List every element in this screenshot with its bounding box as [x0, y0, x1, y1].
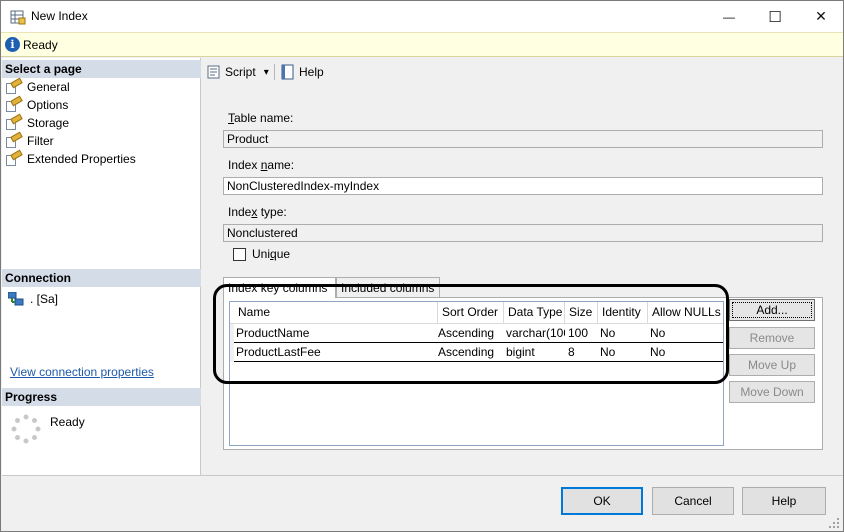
page-item-storage[interactable]: Storage: [6, 113, 70, 132]
page-icon: [6, 149, 23, 166]
tab-included-columns[interactable]: Included columns: [336, 277, 440, 297]
toolbar: Script ▾ Help: [202, 58, 843, 85]
page-icon: [6, 77, 23, 94]
cell-sort-order[interactable]: Ascending: [435, 343, 501, 362]
page-item-options[interactable]: Options: [6, 95, 69, 114]
move-up-button[interactable]: Move Up: [729, 354, 815, 376]
column-header-size[interactable]: Size: [565, 302, 598, 324]
unique-checkbox-row[interactable]: Unique: [233, 247, 290, 261]
page-item-label: Extended Properties: [27, 152, 136, 166]
page-item-label: Storage: [27, 116, 70, 130]
help-label: Help: [299, 65, 324, 79]
table-icon: [10, 10, 26, 25]
footer-separator: [2, 475, 843, 476]
add-button[interactable]: Add...: [729, 299, 815, 321]
progress-spinner-icon: [11, 414, 41, 444]
minimize-icon: —: [723, 9, 735, 24]
status-text: Ready: [23, 38, 58, 52]
page-icon: [6, 95, 23, 112]
script-label: Script: [225, 65, 256, 79]
column-header-identity[interactable]: Identity: [598, 302, 648, 324]
script-button[interactable]: Script ▾: [206, 62, 269, 82]
cell-identity[interactable]: No: [597, 324, 647, 343]
cell-data-type[interactable]: varchar(100): [503, 324, 565, 343]
table-name-label: Table name:: [228, 111, 294, 125]
index-name-field[interactable]: NonClusteredIndex-myIndex: [223, 177, 823, 195]
page-item-general[interactable]: General: [6, 77, 70, 96]
chevron-down-icon[interactable]: ▾: [264, 67, 269, 78]
cell-data-type[interactable]: bigint: [503, 343, 565, 362]
title-bar: New Index — ☐ ✕: [1, 1, 843, 32]
cell-name[interactable]: ProductLastFee: [233, 343, 438, 362]
remove-button[interactable]: Remove: [729, 327, 815, 349]
connection-header: Connection: [2, 269, 201, 287]
toolbar-separator: [274, 64, 275, 80]
cell-sort-order[interactable]: Ascending: [435, 324, 501, 343]
cell-size[interactable]: 8: [565, 343, 598, 362]
cell-allow-nulls[interactable]: No: [647, 324, 722, 343]
index-name-label: Index name:: [228, 158, 295, 172]
table-name-field: Product: [223, 130, 823, 148]
maximize-icon: ☐: [768, 8, 782, 26]
select-page-header: Select a page: [2, 60, 201, 78]
cell-size[interactable]: 100: [565, 324, 598, 343]
help-toolbar-button[interactable]: Help: [280, 62, 324, 82]
cell-allow-nulls[interactable]: No: [647, 343, 722, 362]
tab-index-key-columns[interactable]: Index key columns: [223, 277, 336, 298]
new-index-dialog: New Index — ☐ ✕ i Ready Select a page Ge…: [0, 0, 844, 532]
page-item-label: General: [27, 80, 70, 94]
page-item-filter[interactable]: Filter: [6, 131, 54, 150]
page-icon: [6, 113, 23, 130]
unique-checkbox[interactable]: [233, 247, 246, 261]
page-item-extended-properties[interactable]: Extended Properties: [6, 149, 136, 168]
maximize-button[interactable]: ☐: [752, 1, 798, 32]
status-bar: i Ready: [1, 32, 843, 57]
table-row[interactable]: ProductName Ascending varchar(100) 100 N…: [230, 324, 723, 343]
cancel-button[interactable]: Cancel: [652, 487, 734, 515]
page-item-label: Filter: [27, 134, 54, 148]
progress-header: Progress: [2, 388, 201, 406]
script-icon: [207, 65, 220, 79]
column-header-data-type[interactable]: Data Type: [504, 302, 565, 324]
ok-button[interactable]: OK: [561, 487, 643, 515]
help-book-icon: [281, 64, 294, 80]
page-icon: [6, 131, 23, 148]
connection-value: . [Sa]: [30, 292, 59, 306]
column-header-name[interactable]: Name: [230, 302, 438, 324]
column-header-sort-order[interactable]: Sort Order: [438, 302, 504, 324]
minimize-button[interactable]: —: [706, 1, 752, 32]
index-key-columns-grid: Name Sort Order Data Type Size Identity …: [229, 301, 724, 446]
column-header-allow-nulls[interactable]: Allow NULLs: [648, 302, 723, 324]
view-connection-properties-link[interactable]: View connection properties: [10, 365, 154, 379]
close-button[interactable]: ✕: [798, 1, 844, 32]
unique-label: Unique: [252, 247, 291, 261]
cell-identity[interactable]: No: [597, 343, 647, 362]
help-button[interactable]: Help: [742, 487, 826, 515]
info-icon: i: [5, 37, 20, 52]
move-down-button[interactable]: Move Down: [729, 381, 815, 403]
progress-text: Ready: [50, 415, 85, 429]
cell-name[interactable]: ProductName: [233, 324, 438, 343]
close-icon: ✕: [815, 8, 827, 24]
left-pane: Select a page General Options Storage Fi…: [2, 58, 201, 475]
window-title: New Index: [31, 9, 88, 23]
index-type-label: Index type:: [228, 205, 287, 219]
table-row[interactable]: ProductLastFee Ascending bigint 8 No No: [230, 343, 723, 362]
resize-grip-icon[interactable]: [827, 516, 841, 530]
page-item-label: Options: [27, 98, 69, 112]
index-type-field: Nonclustered: [223, 224, 823, 242]
server-connection-icon: [8, 292, 24, 306]
